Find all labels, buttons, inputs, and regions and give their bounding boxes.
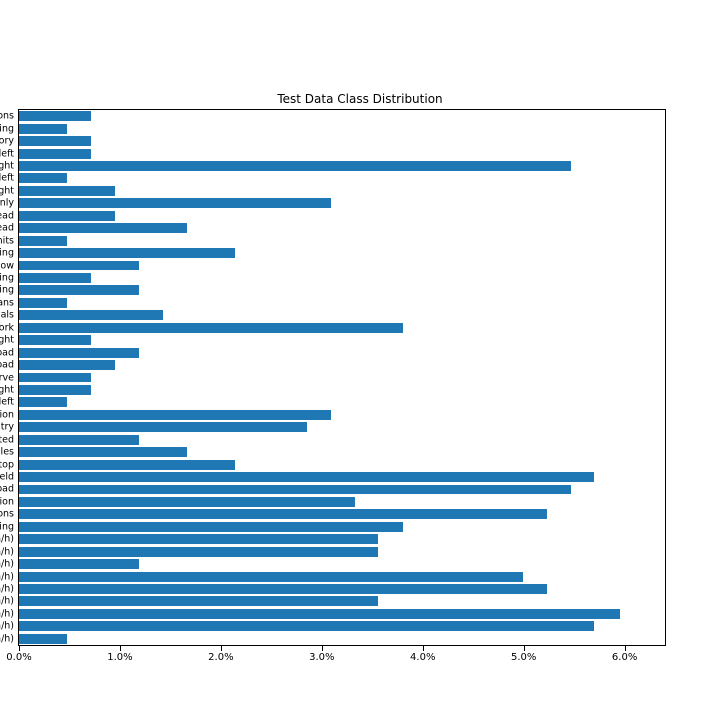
x-tick-label: 4.0%: [410, 645, 435, 663]
bar: [19, 497, 355, 507]
y-tick-label: Speed limit (100km/h): [0, 547, 19, 557]
y-tick-label: No entry: [0, 423, 19, 433]
y-tick-label: Speed limit (60km/h): [0, 597, 19, 607]
bar: [19, 485, 571, 495]
bar: [19, 360, 115, 370]
y-tick-label: End of speed limit (80km/h): [0, 559, 19, 569]
x-tick-label: 3.0%: [309, 645, 334, 663]
y-tick-label: Right-of-way at the next intersection: [0, 497, 19, 507]
chart-title: Test Data Class Distribution: [0, 92, 720, 106]
bar: [19, 124, 67, 134]
y-tick-label: Speed limit (120km/h): [0, 534, 19, 544]
y-tick-label: Keep right: [0, 161, 19, 171]
bar: [19, 298, 67, 308]
bar: [19, 609, 620, 619]
bar: [19, 111, 91, 121]
bar: [19, 285, 139, 295]
bar: [19, 223, 187, 233]
y-tick-label: Road narrows on the right: [0, 335, 19, 345]
bar: [19, 211, 115, 221]
bar: [19, 385, 91, 395]
y-tick-label: Vehicles over 3.5 metric tons prohibited: [0, 435, 19, 445]
bar: [19, 348, 139, 358]
y-tick-label: No vehicles: [0, 447, 19, 457]
y-tick-label: Ahead only: [0, 199, 19, 209]
x-tick-label: 1.0%: [107, 645, 132, 663]
y-tick-label: Speed limit (50km/h): [0, 609, 19, 619]
x-tick-label: 0.0%: [6, 645, 31, 663]
y-tick-label: Bumpy road: [0, 360, 19, 370]
bar: [19, 261, 139, 271]
y-tick-label: Wild animals crossing: [0, 248, 19, 258]
y-tick-label: Beware of ice/snow: [0, 261, 19, 271]
bar: [19, 136, 91, 146]
y-tick-label: Bicycles crossing: [0, 273, 19, 283]
bar: [19, 509, 547, 519]
y-tick-label: Yield: [0, 472, 19, 482]
bar: [19, 198, 331, 208]
y-tick-label: End of all speed and passing limits: [0, 236, 19, 246]
x-tick-label: 2.0%: [208, 645, 233, 663]
bar: [19, 310, 163, 320]
bar: [19, 173, 67, 183]
bar: [19, 373, 91, 383]
bar: [19, 596, 378, 606]
plot-area: Speed limit (20km/h)Speed limit (30km/h)…: [18, 109, 666, 646]
bar: [19, 460, 235, 470]
bar: [19, 273, 91, 283]
y-tick-label: Stop: [0, 460, 19, 470]
bar: [19, 634, 67, 644]
bar: [19, 621, 594, 631]
bar: [19, 323, 403, 333]
y-tick-label: Road work: [0, 323, 19, 333]
y-tick-label: No passing for vehicles over 3.5 metric …: [0, 510, 19, 520]
y-tick-label: End of no passing: [0, 124, 19, 134]
y-tick-label: Slippery road: [0, 348, 19, 358]
bars-layer: [19, 110, 665, 645]
bar: [19, 161, 571, 171]
bar: [19, 422, 307, 432]
y-tick-label: Children crossing: [0, 286, 19, 296]
chart-figure: Test Data Class Distribution Speed limit…: [0, 0, 720, 720]
y-tick-label: Traffic signals: [0, 311, 19, 321]
bar: [19, 572, 523, 582]
bar: [19, 335, 91, 345]
bar: [19, 547, 378, 557]
bar: [19, 248, 235, 258]
y-tick-label: Priority road: [0, 485, 19, 495]
y-tick-label: Double curve: [0, 373, 19, 383]
y-tick-label: Dangerous curve to the right: [0, 385, 19, 395]
y-tick-label: Speed limit (70km/h): [0, 584, 19, 594]
y-tick-label: End of no passing by vehicles over 3.5 m…: [0, 111, 19, 121]
bar: [19, 472, 594, 482]
y-tick-label: Turn right ahead: [0, 223, 19, 233]
y-tick-label: General caution: [0, 410, 19, 420]
y-tick-label: Go straight or right: [0, 186, 19, 196]
bar: [19, 559, 139, 569]
bar: [19, 447, 187, 457]
bar: [19, 435, 139, 445]
bar: [19, 236, 67, 246]
bar: [19, 584, 547, 594]
y-tick-label: Roundabout mandatory: [0, 136, 19, 146]
bar: [19, 149, 91, 159]
bar: [19, 410, 331, 420]
bar: [19, 186, 115, 196]
y-tick-label: Dangerous curve to the left: [0, 398, 19, 408]
y-tick-label: Turn left ahead: [0, 211, 19, 221]
bar: [19, 397, 67, 407]
x-tick-label: 6.0%: [612, 645, 637, 663]
bar: [19, 534, 378, 544]
y-tick-label: Speed limit (80km/h): [0, 572, 19, 582]
y-tick-label: Pedestrians: [0, 298, 19, 308]
y-tick-label: Keep left: [0, 149, 19, 159]
y-tick-label: No passing: [0, 522, 19, 532]
bar: [19, 522, 403, 532]
y-tick-label: Go straight or left: [0, 174, 19, 184]
y-tick-label: Speed limit (20km/h): [0, 634, 19, 644]
y-tick-label: Speed limit (30km/h): [0, 622, 19, 632]
x-tick-label: 5.0%: [511, 645, 536, 663]
